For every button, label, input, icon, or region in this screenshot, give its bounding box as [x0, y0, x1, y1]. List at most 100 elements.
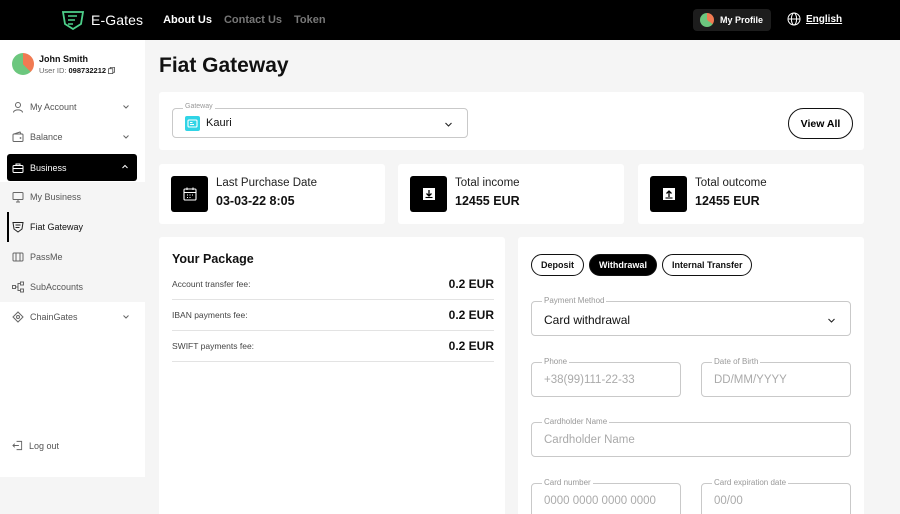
card-number-label: Card number: [542, 478, 593, 487]
stat-value: 12455 EUR: [695, 194, 760, 208]
profile-avatar: [700, 13, 714, 27]
user-card: John Smith User ID: 098732212: [12, 53, 115, 75]
top-bar: E-Gates About Us Contact Us Token My Pro…: [0, 0, 900, 40]
stat-card-last-purchase: Last Purchase Date 03-03-22 8:05: [159, 164, 385, 224]
payment-method-select[interactable]: Payment Method Card withdrawal: [531, 296, 851, 336]
fee-row: SWIFT payments fee: 0.2 EUR: [172, 331, 494, 362]
sidebar-item-label: PassMe: [30, 252, 63, 262]
chain-icon: [12, 311, 24, 323]
sidebar-item-subaccounts[interactable]: SubAccounts: [0, 272, 145, 302]
hierarchy-icon: [12, 281, 24, 293]
sidebar-item-business[interactable]: Business: [7, 154, 137, 181]
download-icon: [422, 188, 435, 200]
stat-card-total-outcome: Total outcome 12455 EUR: [638, 164, 864, 224]
card-icon: [12, 252, 24, 262]
cardholder-name-field[interactable]: Cardholder Name Cardholder Name: [531, 417, 851, 457]
cardholder-name-placeholder: Cardholder Name: [544, 434, 635, 446]
sidebar-item-passme[interactable]: PassMe: [0, 242, 145, 272]
stat-icon-box: [410, 176, 447, 212]
sidebar-item-label: Balance: [30, 132, 63, 142]
app-logo[interactable]: E-Gates: [62, 10, 143, 30]
gateway-label: Gateway: [183, 103, 215, 110]
language-label: English: [806, 13, 843, 25]
calendar-icon: [182, 187, 197, 201]
payment-method-value: Card withdrawal: [544, 313, 631, 327]
sidebar-item-my-account[interactable]: My Account: [0, 92, 145, 122]
logout-button[interactable]: Log out: [12, 440, 59, 451]
stat-icon-box: [650, 176, 687, 212]
card-expiration-field[interactable]: Card expiration date 00/00: [701, 478, 851, 514]
transfer-form: Deposit Withdrawal Internal Transfer Pay…: [518, 237, 864, 514]
fee-name: SWIFT payments fee:: [172, 341, 255, 351]
tab-deposit[interactable]: Deposit: [531, 254, 585, 276]
sidebar-item-chaingates[interactable]: ChainGates: [0, 302, 145, 332]
upload-icon: [662, 188, 675, 200]
chevron-down-icon: [123, 135, 129, 139]
business-submenu: My Business Fiat Gateway PassMe SubAccou…: [0, 182, 145, 302]
card-number-field[interactable]: Card number 0000 0000 0000 0000: [531, 478, 681, 514]
chevron-down-icon: [828, 318, 835, 323]
package-panel: Your Package Account transfer fee: 0.2 E…: [159, 237, 505, 514]
sidebar-item-label: Business: [30, 162, 67, 173]
date-of-birth-placeholder: DD/MM/YYYY: [714, 374, 787, 386]
card-expiration-label: Card expiration date: [712, 478, 789, 487]
nav-contact-us[interactable]: Contact Us: [224, 14, 282, 26]
nav-about-us[interactable]: About Us: [163, 14, 212, 26]
language-selector[interactable]: English: [787, 12, 842, 26]
globe-icon: [787, 12, 801, 26]
gateway-icon: [185, 116, 200, 131]
tab-internal-transfer[interactable]: Internal Transfer: [661, 254, 753, 276]
package-title: Your Package: [172, 252, 254, 266]
gateway-select[interactable]: Gateway Kauri: [172, 103, 468, 138]
sidebar-item-label: SubAccounts: [30, 282, 84, 292]
phone-field[interactable]: Phone +38(99)111-22-33: [531, 357, 681, 397]
stat-card-total-income: Total income 12455 EUR: [398, 164, 624, 224]
fee-row: Account transfer fee: 0.2 EUR: [172, 269, 494, 300]
avatar: [12, 53, 34, 75]
wallet-icon: [12, 131, 24, 142]
chevron-down-icon: [123, 105, 129, 109]
sidebar-item-label: Fiat Gateway: [30, 222, 84, 232]
user-icon: [13, 102, 23, 113]
fee-value: 0.2 EUR: [448, 277, 494, 291]
e-gates-logo-icon: [12, 222, 24, 233]
fee-name: Account transfer fee:: [172, 279, 251, 289]
date-of-birth-label: Date of Birth: [712, 357, 761, 366]
tab-withdrawal[interactable]: Withdrawal: [589, 254, 657, 276]
fee-row: IBAN payments fee: 0.2 EUR: [172, 300, 494, 331]
chevron-up-icon: [122, 164, 128, 169]
chevron-down-icon: [445, 122, 452, 127]
e-gates-logo-icon: [62, 11, 84, 30]
monitor-icon: [12, 192, 24, 203]
sidebar-item-label: My Business: [30, 192, 82, 202]
cardholder-name-label: Cardholder Name: [542, 417, 610, 426]
chevron-down-icon: [123, 315, 129, 319]
sidebar-item-my-business[interactable]: My Business: [0, 182, 145, 212]
phone-placeholder: +38(99)111-22-33: [544, 374, 635, 386]
nav-token[interactable]: Token: [294, 14, 326, 26]
logout-label: Log out: [29, 440, 60, 451]
view-all-button[interactable]: View All: [788, 108, 853, 139]
page-title: Fiat Gateway: [159, 54, 289, 77]
logout-icon: [12, 440, 23, 451]
user-id-value: 098732212: [68, 65, 107, 75]
date-of-birth-field[interactable]: Date of Birth DD/MM/YYYY: [701, 357, 851, 397]
sidebar-item-balance[interactable]: Balance: [0, 122, 145, 152]
app-name: E-Gates: [91, 12, 144, 28]
copy-icon[interactable]: [108, 66, 115, 74]
my-profile-label: My Profile: [720, 15, 764, 25]
user-id-label: User ID:: [39, 65, 67, 75]
stat-label: Total outcome: [695, 177, 767, 189]
stat-value: 12455 EUR: [455, 194, 520, 208]
sidebar-item-fiat-gateway[interactable]: Fiat Gateway: [0, 212, 145, 242]
my-profile-button[interactable]: My Profile: [693, 9, 771, 31]
gateway-panel: Gateway Kauri View All: [159, 92, 864, 150]
fee-value: 0.2 EUR: [448, 308, 494, 322]
phone-label: Phone: [542, 357, 570, 366]
briefcase-icon: [12, 163, 24, 173]
stat-value: 03-03-22 8:05: [216, 194, 295, 208]
sidebar: John Smith User ID: 098732212 My Account…: [0, 40, 145, 477]
fee-value: 0.2 EUR: [448, 339, 494, 353]
stat-icon-box: [171, 176, 208, 212]
sidebar-item-label: ChainGates: [30, 312, 78, 322]
